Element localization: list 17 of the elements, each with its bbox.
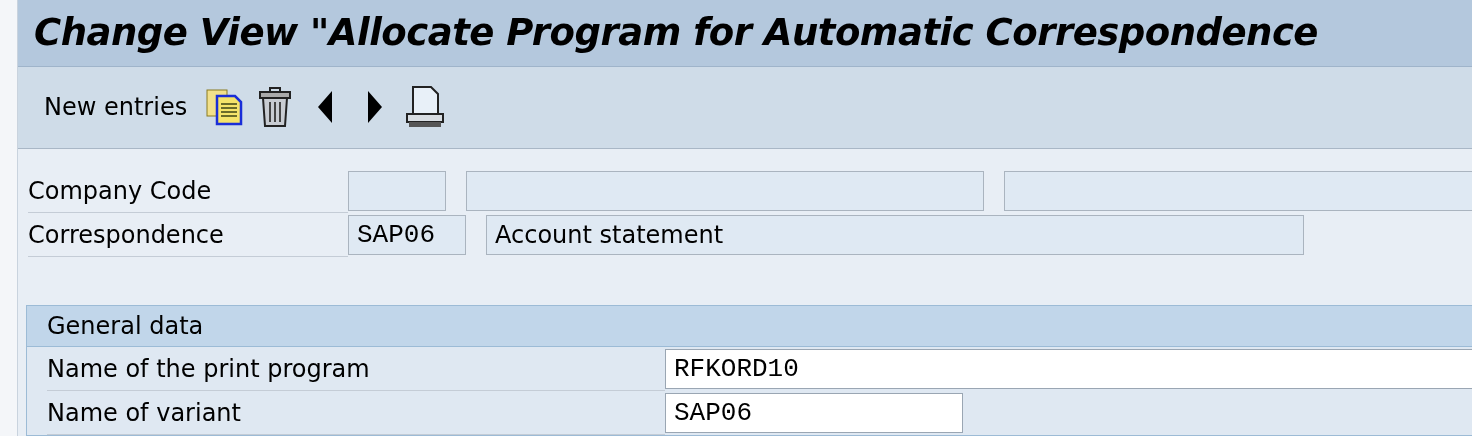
input-field[interactable]: Account statement <box>486 215 1304 255</box>
input-field[interactable] <box>1004 171 1472 211</box>
new-entries-button[interactable]: New entries <box>44 93 196 122</box>
input-field[interactable] <box>348 171 446 211</box>
input-field[interactable] <box>466 171 984 211</box>
print-button[interactable] <box>405 87 446 128</box>
trash-icon <box>258 87 293 128</box>
field-label: Name of variant <box>47 391 665 435</box>
group-title: General data <box>27 306 1472 347</box>
left-triangle-icon <box>316 90 335 125</box>
input-field[interactable]: RFKORD10 <box>665 349 1472 389</box>
input-field[interactable]: SAP06 <box>665 393 963 433</box>
right-triangle-icon <box>366 90 385 125</box>
input-field[interactable]: SAP06 <box>348 215 466 255</box>
field-label: Name of the print program <box>47 347 665 391</box>
print-icon <box>405 86 446 129</box>
window-title: Change View "Allocate Program for Automatic Correspondence <box>34 11 1318 55</box>
